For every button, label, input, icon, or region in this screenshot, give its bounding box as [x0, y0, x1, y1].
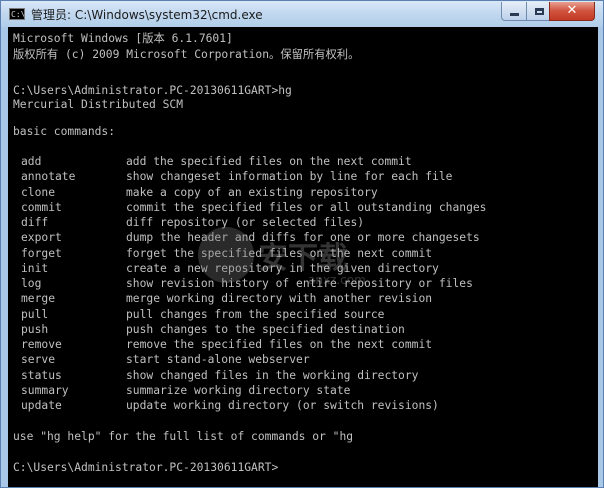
close-button[interactable]: ✕	[549, 2, 595, 21]
watermark-logo-icon	[198, 227, 254, 283]
minimize-button[interactable]	[501, 2, 527, 21]
console-line: use "hg help" for the full list of comma…	[13, 430, 354, 443]
command-description: update working directory (or switch revi…	[126, 399, 439, 412]
command-name: log	[21, 277, 42, 290]
command-name: merge	[21, 292, 56, 305]
command-description: show revision history of entire reposito…	[126, 277, 473, 290]
maximize-button[interactable]	[526, 2, 551, 21]
command-description: diff repository (or selected files)	[126, 216, 365, 229]
command-description: show changeset information by line for e…	[126, 170, 453, 183]
command-name: add	[21, 155, 42, 168]
command-description: make a copy of an existing repository	[126, 186, 378, 199]
watermark-subtext: anxz.com	[308, 273, 366, 287]
minimize-icon	[510, 12, 519, 16]
command-name: summary	[21, 384, 69, 397]
command-name: init	[21, 262, 49, 275]
title-bar[interactable]: C:\ 管理员: C:\Windows\system32\cmd.exe ✕	[1, 1, 603, 27]
command-description: add the specified files on the next comm…	[126, 155, 412, 168]
command-name: update	[21, 399, 62, 412]
console-line: basic commands:	[13, 125, 116, 138]
command-name: remove	[21, 338, 62, 351]
command-description: push changes to the specified destinatio…	[126, 323, 405, 336]
cmd-window: C:\ 管理员: C:\Windows\system32\cmd.exe ✕ M…	[0, 0, 604, 488]
console-line: Mercurial Distributed SCM	[13, 98, 184, 111]
command-description: start stand-alone webserver	[126, 353, 310, 366]
command-name: serve	[21, 353, 56, 366]
command-name: export	[21, 231, 62, 244]
watermark-text: 安下载	[258, 241, 348, 276]
command-name: status	[21, 369, 62, 382]
command-description: remove the specified files on the next c…	[126, 338, 433, 351]
command-name: pull	[21, 308, 49, 321]
command-description: merge working directory with another rev…	[126, 292, 433, 305]
command-description: pull changes from the specified source	[126, 308, 385, 321]
command-prompt[interactable]: C:\Users\Administrator.PC-20130611GART>	[13, 460, 278, 476]
command-name: forget	[21, 247, 62, 260]
window-title: 管理员: C:\Windows\system32\cmd.exe	[31, 7, 263, 22]
console-output[interactable]: Microsoft Windows [版本 6.1.7601] 版权所有 (c)…	[8, 27, 598, 487]
command-name: diff	[21, 216, 49, 229]
console-line: 版权所有 (c) 2009 Microsoft Corporation。保留所有…	[13, 48, 360, 61]
maximize-icon	[534, 7, 544, 15]
console-line: Microsoft Windows [版本 6.1.7601]	[13, 32, 233, 45]
command-name: commit	[21, 201, 62, 214]
command-name: clone	[21, 186, 56, 199]
command-name: push	[21, 323, 49, 336]
command-description: show changed files in the working direct…	[126, 369, 419, 382]
command-name: annotate	[21, 170, 76, 183]
command-description: summarize working directory state	[126, 384, 351, 397]
command-description: commit the specified files or all outsta…	[126, 201, 487, 214]
close-icon: ✕	[566, 3, 578, 18]
cmd-app-icon[interactable]: C:\	[9, 8, 25, 20]
